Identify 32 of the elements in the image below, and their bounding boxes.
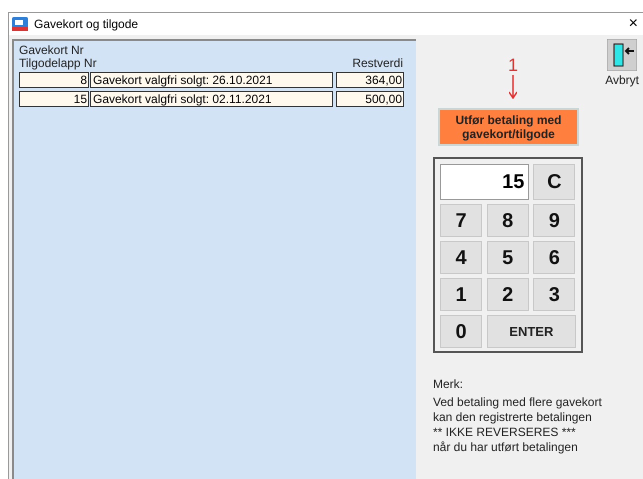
digit-key[interactable]: 1 xyxy=(440,278,482,311)
note-title: Merk: xyxy=(433,377,464,392)
digit-key[interactable]: 7 xyxy=(440,204,482,237)
exit-door-icon xyxy=(607,39,638,71)
number-cell[interactable]: 8 xyxy=(19,72,89,88)
digit-key[interactable]: 8 xyxy=(486,204,529,237)
app-icon xyxy=(12,17,28,31)
amount-display[interactable]: 15 xyxy=(440,164,530,200)
clear-key[interactable]: C xyxy=(533,164,576,200)
digit-key[interactable]: 2 xyxy=(486,278,529,311)
close-button[interactable]: × xyxy=(628,16,638,32)
column-header: Gavekort Nr xyxy=(19,44,84,57)
description-cell[interactable]: Gavekort valgfri solgt: 26.10.2021 xyxy=(90,72,333,88)
value-cell[interactable]: 500,00 xyxy=(336,91,404,107)
pay-button[interactable]: Utfør betaling med gavekort/tilgode xyxy=(438,108,579,146)
value-cell[interactable]: 364,00 xyxy=(336,72,404,88)
digit-key[interactable]: 9 xyxy=(533,204,576,237)
window-title: Gavekort og tilgode xyxy=(34,16,138,33)
note-text: Ved betaling med flere gavekort kan den registrerte betalingen ** IKKE REVERSERES *** når du har utført betalingen xyxy=(433,395,602,455)
digit-key[interactable]: 6 xyxy=(533,241,576,274)
cancel-button[interactable]: Avbryt xyxy=(605,39,639,89)
digit-key[interactable]: 4 xyxy=(440,241,482,274)
column-header: Tilgodelapp Nr xyxy=(19,57,97,70)
column-header: Restverdi xyxy=(352,57,403,70)
annotation-number: 1 xyxy=(508,55,518,75)
number-cell[interactable]: 15 xyxy=(19,91,89,107)
digit-key[interactable]: 3 xyxy=(533,278,576,311)
description-cell[interactable]: Gavekort valgfri solgt: 02.11.2021 xyxy=(90,91,333,107)
digit-key[interactable]: 5 xyxy=(486,241,529,274)
down-arrow-icon xyxy=(509,75,517,99)
enter-key[interactable]: ENTER xyxy=(486,315,576,348)
digit-key[interactable]: 0 xyxy=(440,315,482,348)
